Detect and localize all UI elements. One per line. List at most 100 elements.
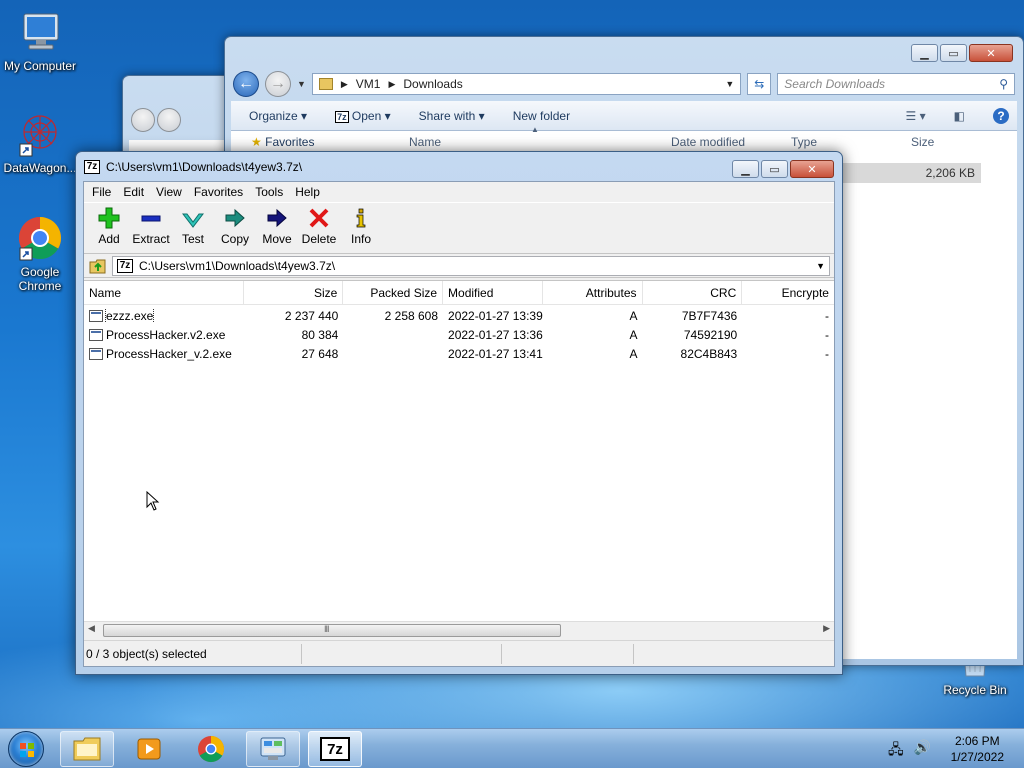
- search-icon: ⚲: [999, 77, 1008, 91]
- preview-pane-icon[interactable]: ◧: [954, 109, 965, 123]
- column-type[interactable]: Type: [791, 135, 817, 149]
- minus-icon: [139, 206, 163, 230]
- search-input[interactable]: Search Downloads ⚲: [777, 73, 1015, 95]
- sevenzip-window[interactable]: 7z C:\Users\vm1\Downloads\t4yew3.7z\ ▁ ▭…: [75, 151, 843, 675]
- file-attributes: A: [629, 327, 638, 342]
- move-arrow-icon: [265, 206, 289, 230]
- open-button[interactable]: 7z Open ▾: [335, 109, 391, 123]
- menu-view[interactable]: View: [150, 182, 188, 202]
- menu-file[interactable]: File: [86, 182, 117, 202]
- taskbar-control-panel[interactable]: [246, 731, 300, 767]
- taskbar-7zip[interactable]: 7z: [308, 731, 362, 767]
- explorer-column-header: ★ Favorites Name ▲ Date modified Type Si…: [231, 125, 1017, 153]
- file-name: ProcessHacker.v2.exe: [106, 327, 226, 342]
- back-button[interactable]: ←: [233, 71, 259, 97]
- extract-label: Extract: [132, 232, 170, 246]
- check-icon: [181, 206, 205, 230]
- start-button[interactable]: [8, 731, 44, 767]
- system-tray: 🖧 🔊: [888, 739, 931, 763]
- chevron-down-icon[interactable]: ▼: [725, 79, 734, 89]
- path-text: C:\Users\vm1\Downloads\t4yew3.7z\: [139, 258, 336, 273]
- table-row[interactable]: ProcessHacker.v2.exe 80 384 2022-01-27 1…: [84, 325, 834, 344]
- column-name[interactable]: Name: [409, 135, 441, 149]
- new-folder-button[interactable]: New folder: [513, 109, 570, 123]
- close-button[interactable]: ✕: [969, 44, 1013, 62]
- column-date-modified[interactable]: Date modified: [671, 135, 745, 149]
- organize-button[interactable]: Organize ▾: [249, 109, 307, 123]
- breadcrumb-item[interactable]: Downloads: [403, 77, 462, 91]
- column-name[interactable]: Name: [84, 281, 244, 305]
- breadcrumb-item[interactable]: VM1: [356, 77, 381, 91]
- sevenzip-small-icon: 7z: [335, 110, 349, 123]
- refresh-button[interactable]: ⇆: [747, 73, 772, 95]
- desktop-icon-label: Google Chrome: [18, 265, 62, 293]
- menu-tools[interactable]: Tools: [249, 182, 289, 202]
- column-size[interactable]: Size: [911, 135, 934, 149]
- favorites-nav-item[interactable]: ★ Favorites: [251, 135, 314, 149]
- table-row[interactable]: ProcessHacker_v.2.exe 27 648 2022-01-27 …: [84, 344, 834, 363]
- delete-button[interactable]: Delete: [298, 203, 340, 253]
- test-button[interactable]: Test: [172, 203, 214, 253]
- scroll-left-icon[interactable]: ◀: [88, 623, 95, 634]
- taskbar-media-player[interactable]: [122, 731, 176, 767]
- chevron-down-icon[interactable]: ▼: [816, 261, 825, 271]
- desktop-icon-label: My Computer: [3, 59, 77, 73]
- volume-icon[interactable]: 🔊: [914, 739, 931, 763]
- maximize-button[interactable]: ▭: [940, 44, 967, 62]
- help-icon[interactable]: ?: [993, 107, 1009, 124]
- taskbar-chrome[interactable]: [184, 731, 238, 767]
- copy-arrow-icon: [223, 206, 247, 230]
- scrollbar-thumb[interactable]: III: [103, 624, 561, 637]
- info-label: Info: [350, 232, 371, 246]
- sort-arrow-icon: ▲: [531, 125, 539, 134]
- file-size: 2 237 440: [284, 308, 339, 323]
- file-size: 80 384: [301, 327, 339, 342]
- column-packed-size[interactable]: Packed Size: [343, 281, 444, 305]
- column-crc[interactable]: CRC: [643, 281, 743, 305]
- explorer-nav-bar: ← → ▼ ▶ VM1 ▶ Downloads ▼ ⇆ Search Downl…: [233, 69, 1015, 99]
- minimize-button[interactable]: ▁: [911, 44, 938, 62]
- network-icon[interactable]: 🖧: [888, 739, 904, 763]
- share-with-button[interactable]: Share with ▾: [419, 109, 485, 123]
- table-row[interactable]: ezzz.exe 2 237 440 2 258 608 2022-01-27 …: [84, 306, 834, 325]
- column-attributes[interactable]: Attributes: [543, 281, 643, 305]
- forward-button[interactable]: [157, 108, 181, 132]
- column-encrypted[interactable]: Encrypte: [742, 281, 834, 305]
- forward-button[interactable]: →: [264, 71, 291, 97]
- info-button[interactable]: Info: [340, 203, 382, 253]
- delete-label: Delete: [301, 232, 337, 246]
- desktop-icon-google-chrome[interactable]: Google Chrome: [0, 214, 80, 293]
- column-size[interactable]: Size: [244, 281, 344, 305]
- desktop: My Computer DataWagon... Google Chrome R…: [0, 0, 1024, 728]
- file-size-cell: 2,206 KB: [843, 163, 981, 183]
- copy-button[interactable]: Copy: [214, 203, 256, 253]
- add-button[interactable]: Add: [88, 203, 130, 253]
- menu-favorites[interactable]: Favorites: [188, 182, 249, 202]
- sevenzip-icon: 7z: [320, 737, 350, 761]
- file-name: ProcessHacker_v.2.exe: [106, 346, 232, 361]
- file-attributes: A: [629, 308, 638, 323]
- path-input[interactable]: 7z C:\Users\vm1\Downloads\t4yew3.7z\ ▼: [112, 255, 830, 276]
- recent-pages-dropdown-icon[interactable]: ▼: [297, 79, 306, 89]
- back-button[interactable]: [131, 108, 155, 132]
- maximize-button[interactable]: ▭: [761, 160, 788, 178]
- minimize-button[interactable]: ▁: [732, 160, 759, 178]
- folder-up-button[interactable]: [88, 256, 108, 276]
- desktop-icon-my-computer[interactable]: My Computer: [0, 8, 80, 73]
- taskbar-explorer[interactable]: [60, 731, 114, 767]
- address-bar[interactable]: ▶ VM1 ▶ Downloads ▼: [311, 73, 742, 95]
- test-label: Test: [181, 232, 204, 246]
- window-controls: ▁ ▭ ✕: [732, 160, 834, 178]
- desktop-icon-datawagon[interactable]: DataWagon...: [0, 110, 80, 175]
- horizontal-scrollbar[interactable]: ◀ III ▶: [84, 621, 834, 638]
- scroll-right-icon[interactable]: ▶: [823, 623, 830, 634]
- menu-bar: File Edit View Favorites Tools Help: [84, 182, 834, 202]
- clock[interactable]: 2:06 PM 1/27/2022: [951, 733, 1004, 765]
- extract-button[interactable]: Extract: [130, 203, 172, 253]
- view-options-icon[interactable]: ☰ ▾: [906, 109, 926, 123]
- menu-edit[interactable]: Edit: [117, 182, 150, 202]
- column-modified[interactable]: Modified: [443, 281, 543, 305]
- menu-help[interactable]: Help: [289, 182, 326, 202]
- move-button[interactable]: Move: [256, 203, 298, 253]
- close-button[interactable]: ✕: [790, 160, 834, 178]
